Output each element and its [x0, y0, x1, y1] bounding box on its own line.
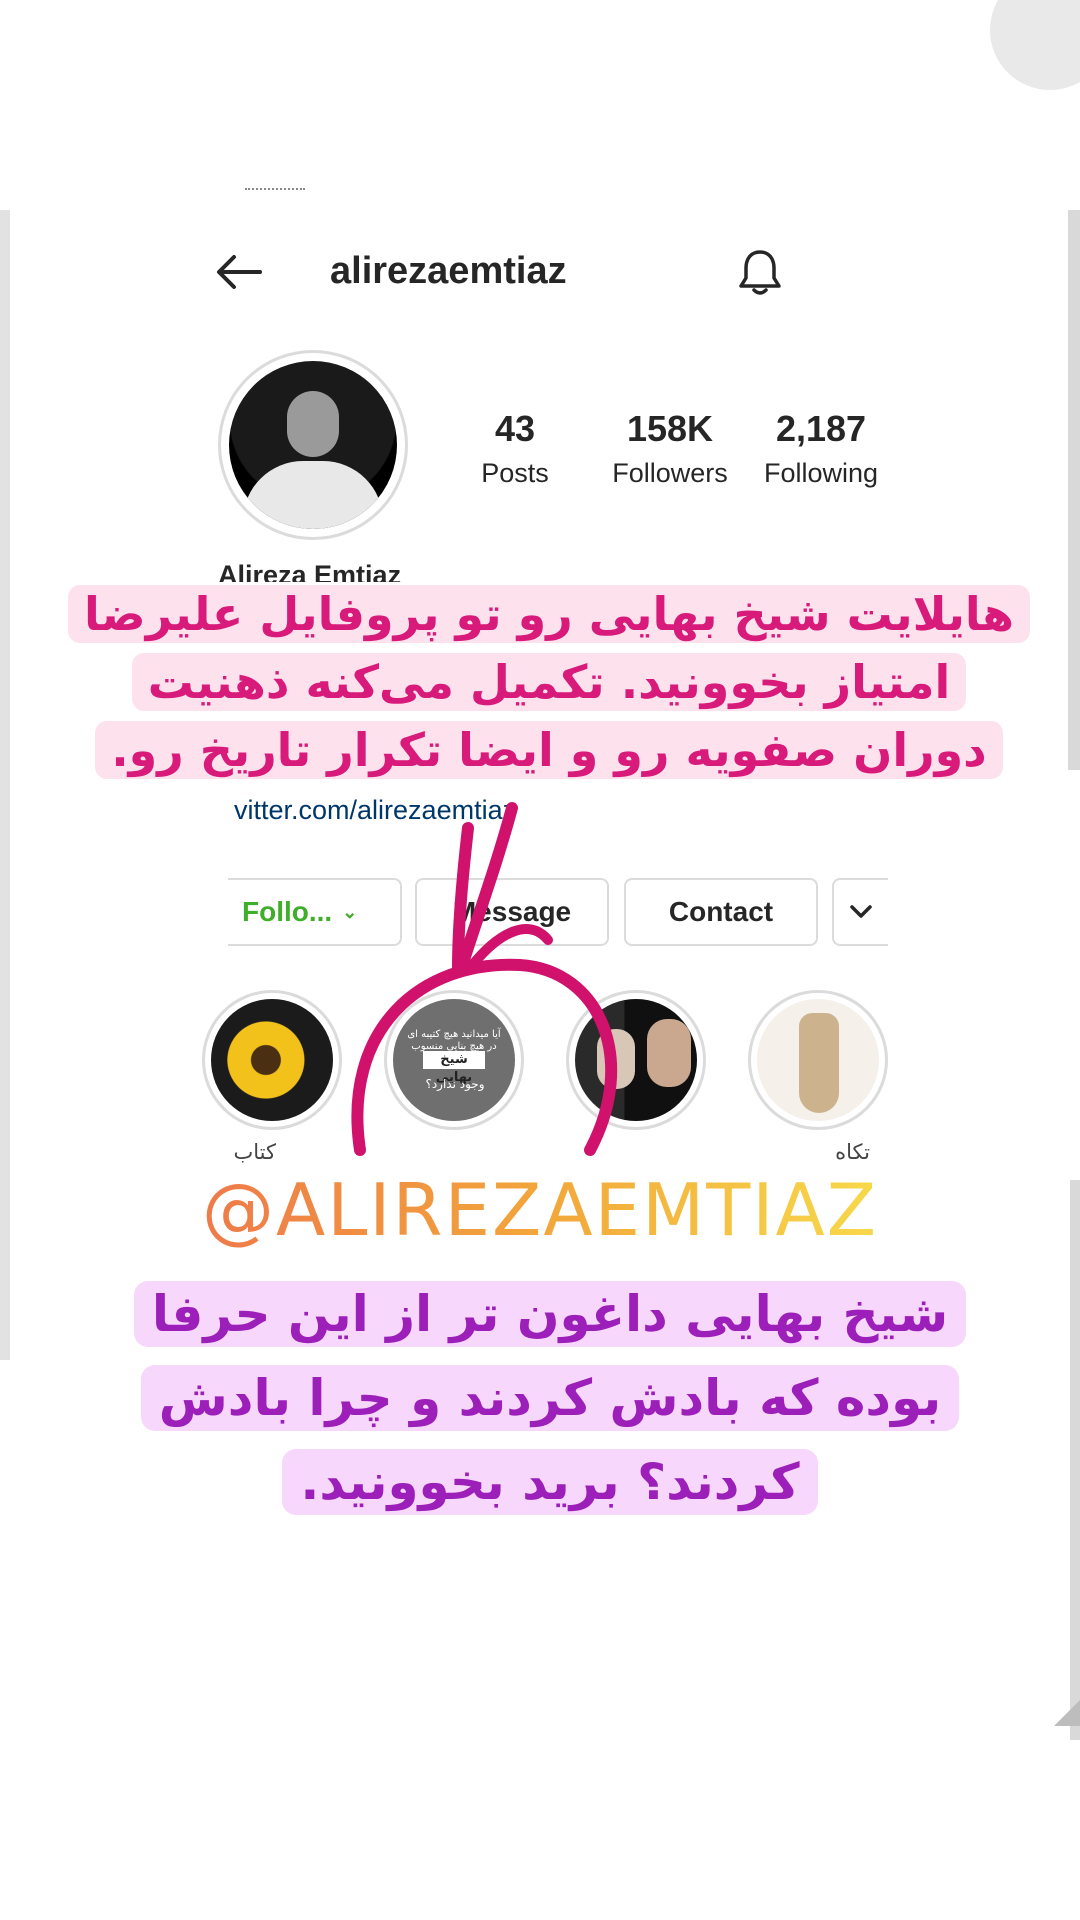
- posts-stat[interactable]: 43 Posts: [470, 408, 560, 489]
- following-stat[interactable]: 2,187 Following: [756, 408, 886, 489]
- highlight-text-tag: شیخ بهایی: [423, 1051, 485, 1085]
- figurine-icon: [757, 999, 879, 1121]
- chevron-down-icon: [850, 905, 872, 918]
- chevron-down-icon: ⌄: [342, 901, 358, 922]
- highlight-1[interactable]: [202, 990, 342, 1130]
- highlight-text-bottom: وجود ندارد؟: [425, 1077, 485, 1091]
- bell-icon[interactable]: [734, 246, 786, 298]
- highlight-4-label: تکاه: [835, 1140, 870, 1164]
- followers-label: Followers: [612, 458, 728, 488]
- message-button[interactable]: Message: [415, 878, 609, 946]
- profile-username: alirezaemtiaz: [330, 250, 567, 292]
- contact-button[interactable]: Contact: [624, 878, 818, 946]
- back-arrow-icon[interactable]: [214, 252, 264, 292]
- avatar-photo: [229, 361, 397, 529]
- sunflower-watch-icon: [211, 999, 333, 1121]
- profile-full-name: Alireza Emtiaz: [218, 560, 402, 582]
- profile-link[interactable]: vitter.com/alirezaemtiaz: [234, 795, 516, 825]
- highlight-4[interactable]: [748, 990, 888, 1130]
- posts-label: Posts: [481, 458, 549, 488]
- following-label: Following: [763, 458, 879, 488]
- profile-header: alirezaemtiaz: [0, 240, 1080, 310]
- story-caption-top-text: هایلایت شیخ بهایی رو تو پروفایل علیرضا ا…: [67, 585, 1031, 779]
- highlight-1-label: کتاب: [233, 1140, 276, 1164]
- frame-edge-right-lower: [1070, 1180, 1080, 1740]
- follow-button[interactable]: Follo... ⌄: [228, 878, 402, 946]
- highlight-sheikh-bahaei[interactable]: آیا میدانید هیچ کتیبه ای در هیچ بنایی من…: [384, 990, 524, 1130]
- profile-avatar[interactable]: [218, 350, 408, 540]
- sheikh-bahaei-cover-icon: آیا میدانید هیچ کتیبه ای در هیچ بنایی من…: [393, 999, 515, 1121]
- frame-corner-bottom: [1054, 1700, 1080, 1726]
- followers-count: 158K: [626, 408, 714, 449]
- followers-stat[interactable]: 158K Followers: [600, 408, 740, 489]
- mention-sticker[interactable]: @ALIREZAEMTIAZ: [0, 1168, 1080, 1258]
- posts-count: 43: [494, 408, 536, 449]
- story-caption-bottom: شیخ بهایی داغون تر از این حرفا بوده که ب…: [92, 1272, 1008, 1524]
- story-caption-top: هایلایت شیخ بهایی رو تو پروفایل علیرضا ا…: [66, 580, 1032, 784]
- follow-button-label: Follo...: [242, 896, 333, 927]
- more-options-button[interactable]: [832, 878, 888, 946]
- frame-corner: [990, 0, 1080, 90]
- cutoff-status-remnant: [245, 188, 305, 196]
- highlight-3[interactable]: [566, 990, 706, 1130]
- mention-text: @ALIREZAEMTIAZ: [201, 1168, 879, 1252]
- two-men-photo-icon: [575, 999, 697, 1121]
- story-caption-bottom-text: شیخ بهایی داغون تر از این حرفا بوده که ب…: [133, 1281, 967, 1515]
- following-count: 2,187: [775, 408, 867, 449]
